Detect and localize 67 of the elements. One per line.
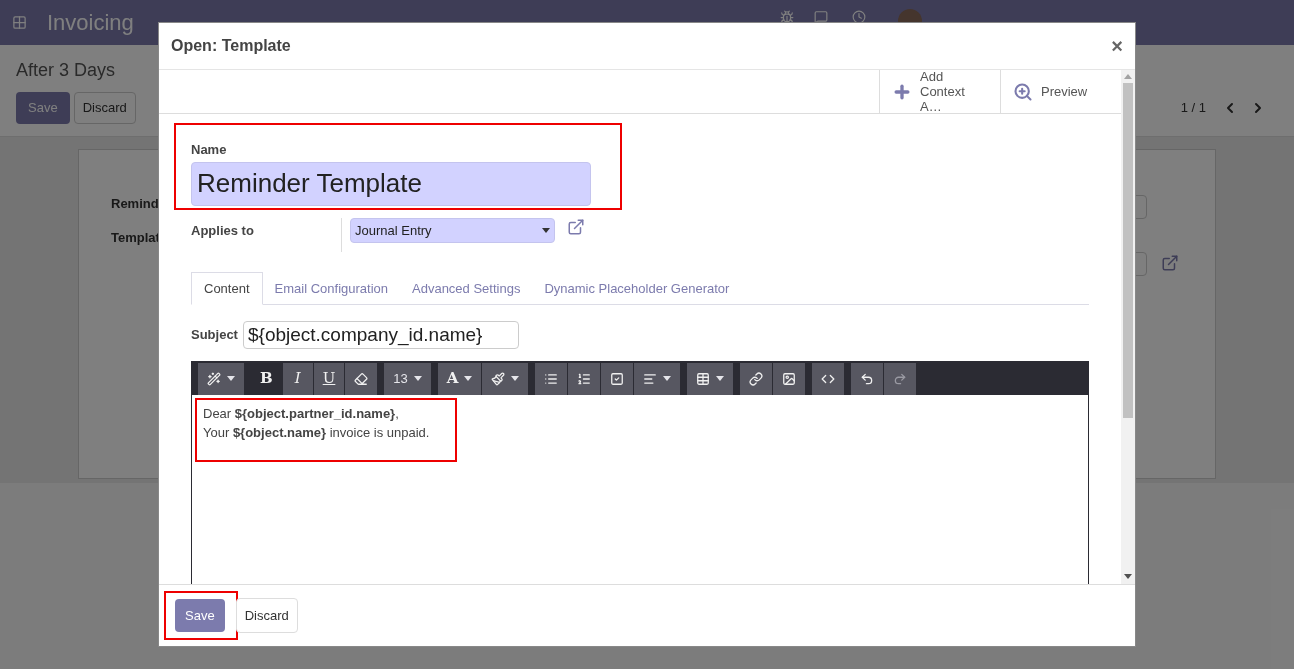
body-line: Dear ${object.partner_id.name}, bbox=[203, 405, 400, 423]
toolbar-button[interactable]: U bbox=[313, 362, 346, 395]
toolbar-button[interactable] bbox=[851, 362, 885, 395]
toolbar-button[interactable] bbox=[687, 362, 735, 395]
caret-icon bbox=[663, 376, 672, 381]
scroll-down-icon[interactable] bbox=[1124, 574, 1132, 579]
zoom-in-icon bbox=[1013, 81, 1033, 102]
clock-icon[interactable] bbox=[852, 9, 866, 24]
field-label: Applies to bbox=[191, 222, 255, 240]
app-title: Invoicing bbox=[47, 9, 134, 37]
add-context-button[interactable]: Add Context A… bbox=[879, 70, 1000, 113]
checkbox-icon bbox=[610, 371, 625, 386]
caret-icon bbox=[464, 376, 473, 381]
discard-button[interactable]: Discard bbox=[235, 597, 298, 634]
discard-button[interactable]: Discard bbox=[73, 92, 136, 124]
align-left-icon bbox=[643, 371, 658, 386]
apps-icon[interactable] bbox=[12, 15, 27, 30]
caret-icon bbox=[227, 376, 235, 381]
external-link-icon[interactable] bbox=[1161, 253, 1179, 272]
toolbar-button[interactable] bbox=[535, 362, 569, 395]
toolbar-button[interactable] bbox=[198, 362, 245, 395]
tab[interactable]: Content bbox=[191, 272, 263, 305]
undo-icon bbox=[860, 371, 875, 386]
caret-icon bbox=[716, 376, 725, 381]
body-line: Your ${object.name} invoice is unpaid. bbox=[203, 424, 431, 442]
save-button[interactable]: Save bbox=[175, 598, 225, 633]
toolbar-button[interactable] bbox=[740, 362, 774, 395]
link-icon bbox=[749, 371, 764, 386]
pager: 1 / 1 bbox=[1180, 99, 1206, 117]
toolbar-button[interactable]: I bbox=[282, 362, 314, 395]
caret-icon bbox=[542, 228, 550, 233]
name-input[interactable]: Reminder Template bbox=[191, 161, 591, 206]
scrollbar-thumb[interactable] bbox=[1123, 83, 1133, 418]
redo-icon bbox=[893, 371, 908, 386]
tab[interactable]: Email Configuration bbox=[262, 272, 400, 305]
chat-icon[interactable] bbox=[814, 9, 828, 24]
toolbar-button[interactable] bbox=[773, 362, 807, 395]
bullet-list-icon bbox=[544, 371, 559, 386]
subject-input[interactable]: ${object.company_id.name} bbox=[242, 321, 519, 349]
caret-icon bbox=[413, 376, 422, 381]
applies-to-select[interactable]: Journal Entry bbox=[350, 218, 555, 243]
paintbrush-icon bbox=[491, 371, 506, 386]
field-label: Remind bbox=[111, 194, 159, 213]
tab[interactable]: Dynamic Placeholder Generator bbox=[532, 272, 742, 305]
toolbar-button[interactable]: A bbox=[437, 362, 483, 395]
image-icon bbox=[782, 371, 797, 386]
toolbar-button[interactable] bbox=[568, 362, 602, 395]
breadcrumb: After 3 Days bbox=[16, 59, 116, 82]
numbered-list-icon bbox=[577, 371, 592, 386]
eraser-icon bbox=[354, 371, 369, 386]
external-link-icon[interactable] bbox=[567, 218, 585, 236]
bug-icon[interactable] bbox=[780, 9, 794, 24]
dialog-title: Open: Template bbox=[171, 36, 291, 56]
field-label: Templat bbox=[111, 229, 160, 247]
caret-icon bbox=[511, 376, 520, 381]
tab[interactable]: Advanced Settings bbox=[400, 272, 533, 305]
toolbar-button[interactable] bbox=[482, 362, 530, 395]
toolbar-button[interactable] bbox=[601, 362, 635, 395]
toolbar-button[interactable] bbox=[634, 362, 682, 395]
toolbar-button[interactable]: 13 bbox=[384, 362, 432, 395]
field-label: Name bbox=[191, 141, 228, 159]
toolbar-button[interactable] bbox=[345, 362, 379, 395]
table-icon bbox=[696, 371, 711, 386]
toolbar-button[interactable] bbox=[812, 362, 846, 395]
field-label: Subject bbox=[191, 326, 238, 345]
magic-wand-icon bbox=[207, 371, 221, 386]
close-button[interactable]: × bbox=[1111, 36, 1123, 56]
